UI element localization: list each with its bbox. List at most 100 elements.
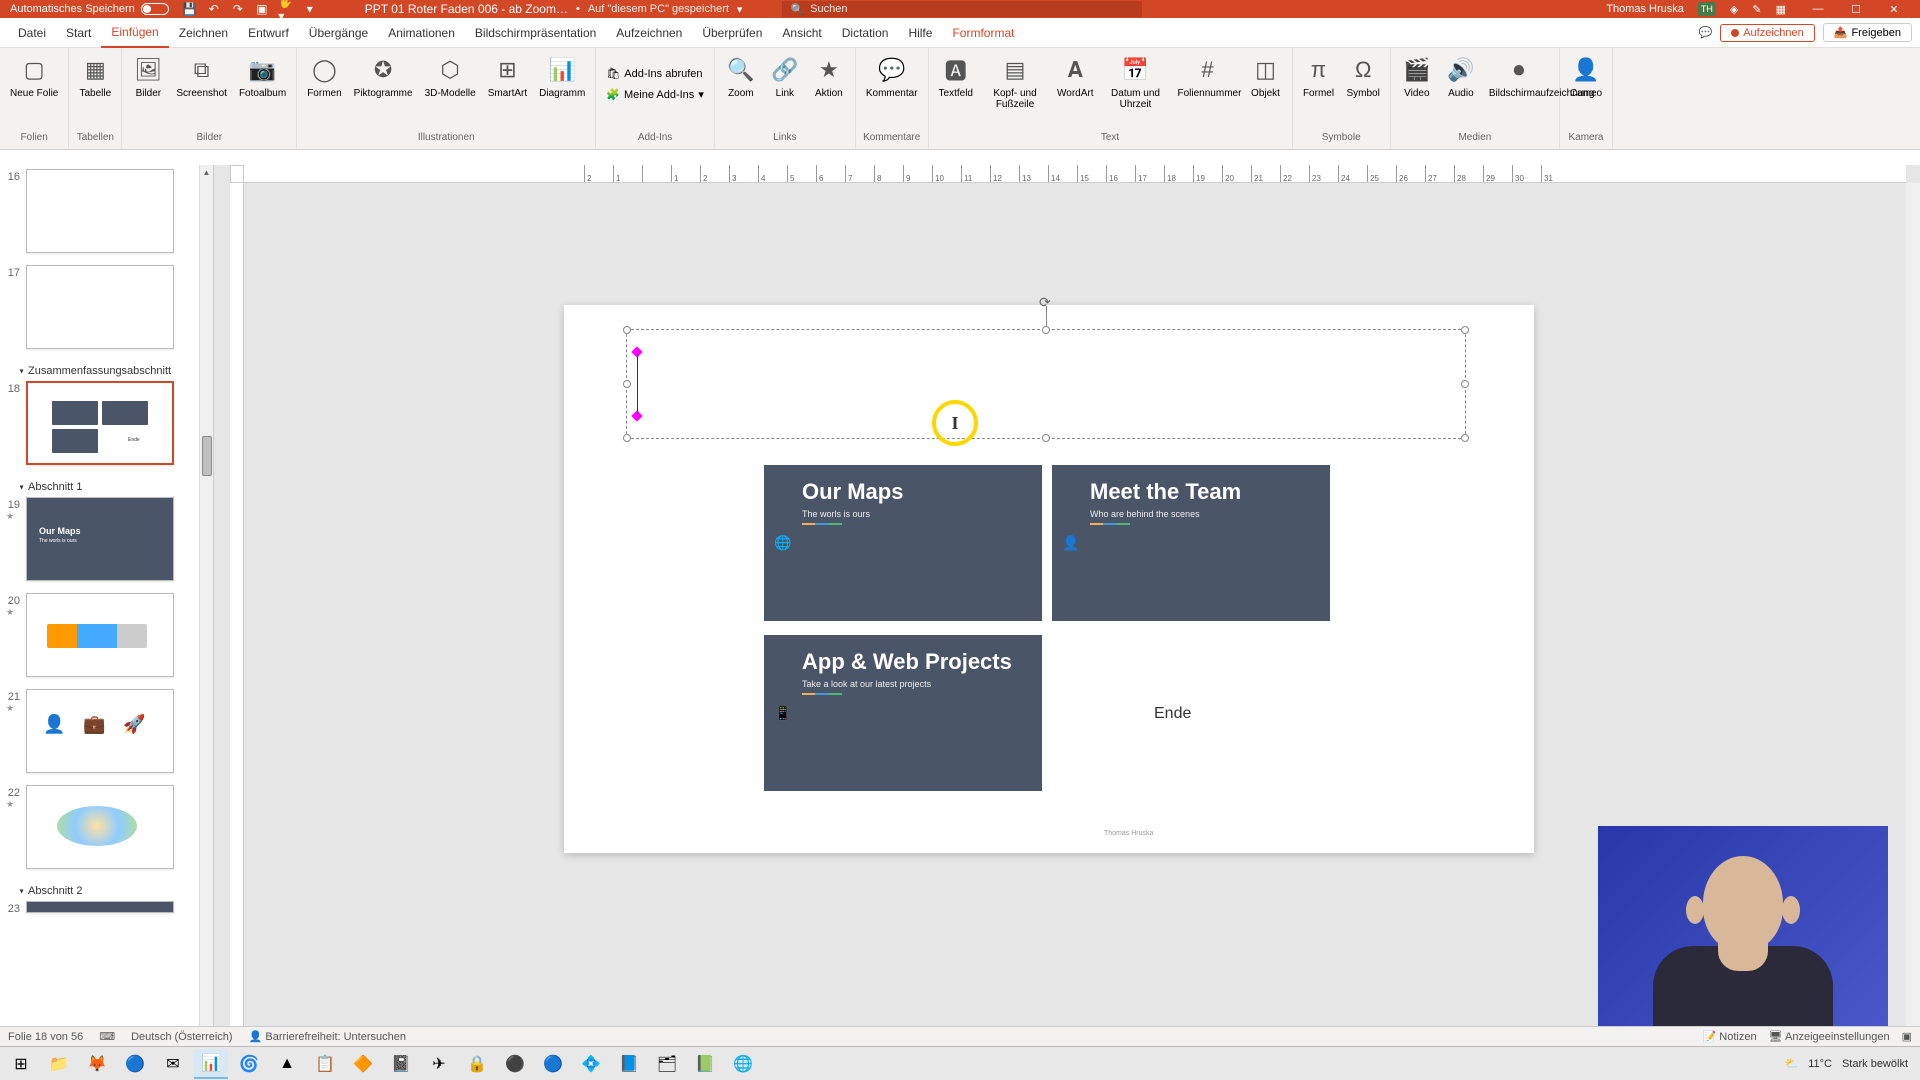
save-icon[interactable]: 💾 (183, 2, 197, 16)
qat-more-icon[interactable]: ▾ (303, 2, 317, 16)
resize-handle-s[interactable] (1042, 434, 1050, 442)
screenrec-button[interactable]: ⏺Bildschirmaufzeichnung (1485, 52, 1553, 101)
resize-handle-se[interactable] (1461, 434, 1469, 442)
window-layout-icon[interactable]: ▦ (1776, 3, 1786, 16)
shapes-button[interactable]: ◯Formen (303, 52, 345, 101)
card-our-maps[interactable]: 🌐 Our MapsThe worls is ours (764, 465, 1042, 621)
photoalbum-button[interactable]: 📷Fotoalbum (235, 52, 290, 101)
touch-mode-icon[interactable]: ✋▾ (279, 2, 293, 16)
resize-handle-e[interactable] (1461, 380, 1469, 388)
slide-canvas[interactable]: 🌐 Our MapsThe worls is ours 👤 Meet the T… (564, 305, 1534, 853)
resize-handle-nw[interactable] (623, 326, 631, 334)
task-app2[interactable]: 📋 (308, 1049, 342, 1079)
canvas-scrollbar[interactable] (1906, 183, 1920, 1048)
task-app5[interactable]: 🔵 (536, 1049, 570, 1079)
link-button[interactable]: 🔗Link (765, 52, 805, 101)
task-obs[interactable]: ⚫ (498, 1049, 532, 1079)
present-icon[interactable]: ▣ (255, 2, 269, 16)
new-slide-button[interactable]: ▢Neue Folie (6, 52, 62, 101)
tab-aufzeichnen[interactable]: Aufzeichnen (606, 18, 692, 48)
icons-button[interactable]: ✪Piktogramme (350, 52, 417, 101)
start-button[interactable]: ⊞ (4, 1049, 38, 1079)
tab-dictation[interactable]: Dictation (832, 18, 899, 48)
task-app7[interactable]: 🗂 (650, 1049, 684, 1079)
accessibility-label[interactable]: 👤 Barrierefreiheit: Untersuchen (249, 1030, 406, 1043)
zoom-button[interactable]: 🔍Zoom (721, 52, 761, 101)
task-app6[interactable]: 💠 (574, 1049, 608, 1079)
card-app-web[interactable]: 📱 App & Web ProjectsTake a look at our l… (764, 635, 1042, 791)
task-app4[interactable]: 🔒 (460, 1049, 494, 1079)
tab-hilfe[interactable]: Hilfe (898, 18, 942, 48)
review-icon[interactable]: ✎ (1752, 3, 1761, 16)
equation-button[interactable]: πFormel (1299, 52, 1339, 101)
undo-icon[interactable]: ↶ (207, 2, 221, 16)
tab-uebergaenge[interactable]: Übergänge (299, 18, 378, 48)
header-footer-button[interactable]: ▤Kopf- und Fußzeile (981, 52, 1049, 112)
close-button[interactable]: ✕ (1876, 0, 1912, 18)
resize-handle-w[interactable] (623, 380, 631, 388)
tab-start[interactable]: Start (56, 18, 101, 48)
task-onenote[interactable]: 📓 (384, 1049, 418, 1079)
tab-einfuegen[interactable]: Einfügen (101, 18, 168, 48)
thumb-scrollbar[interactable]: ▲▼ (199, 165, 213, 1048)
tab-zeichnen[interactable]: Zeichnen (169, 18, 238, 48)
datetime-button[interactable]: 📅Datum und Uhrzeit (1102, 52, 1170, 112)
search-input[interactable] (810, 3, 1134, 15)
cameo-button[interactable]: 👤Cameo (1566, 52, 1606, 101)
task-app3[interactable]: 🔶 (346, 1049, 380, 1079)
symbol-button[interactable]: ΩSymbol (1343, 52, 1384, 101)
resize-handle-sw[interactable] (623, 434, 631, 442)
notes-button[interactable]: 📝 Notizen (1703, 1030, 1757, 1043)
weather-icon[interactable]: ⛅ (1785, 1057, 1799, 1070)
chevron-down-icon[interactable]: ▾ (737, 3, 743, 16)
tab-ueberpruefen[interactable]: Überprüfen (692, 18, 772, 48)
user-avatar[interactable]: TH (1698, 2, 1716, 16)
task-edge[interactable]: 🌐 (726, 1049, 760, 1079)
task-telegram[interactable]: ✈ (422, 1049, 456, 1079)
tab-praesentation[interactable]: Bildschirmpräsentation (465, 18, 606, 48)
resize-handle-ne[interactable] (1461, 326, 1469, 334)
get-addins-button[interactable]: 🛍Add-Ins abrufen (602, 65, 708, 82)
comments-icon[interactable]: 💬 (1699, 26, 1713, 39)
tab-datei[interactable]: Datei (8, 18, 56, 48)
spellcheck-icon[interactable]: ⌨ (99, 1030, 115, 1043)
task-chrome[interactable]: 🔵 (118, 1049, 152, 1079)
autosave-toggle[interactable]: Automatisches Speichern (4, 3, 175, 15)
task-firefox[interactable]: 🦊 (80, 1049, 114, 1079)
redo-icon[interactable]: ↷ (231, 2, 245, 16)
smartart-button[interactable]: ⊞SmartArt (484, 52, 531, 101)
record-button[interactable]: Aufzeichnen (1720, 24, 1815, 42)
display-settings-button[interactable]: 🖥 Anzeigeeinstellungen (1769, 1030, 1890, 1043)
minimize-button[interactable]: — (1800, 0, 1836, 18)
comment-button[interactable]: 💬Kommentar (862, 52, 922, 101)
table-button[interactable]: ▦Tabelle (75, 52, 115, 101)
task-vlc[interactable]: ▲ (270, 1049, 304, 1079)
section-1[interactable]: Abschnitt 1 (6, 477, 193, 497)
textbox-button[interactable]: 🅰Textfeld (935, 52, 977, 101)
task-outlook[interactable]: ✉ (156, 1049, 190, 1079)
my-addins-button[interactable]: 🧩Meine Add-Ins▾ (602, 86, 708, 103)
maximize-button[interactable]: ☐ (1838, 0, 1874, 18)
sync-icon[interactable]: ◈ (1730, 3, 1738, 16)
tab-entwurf[interactable]: Entwurf (238, 18, 299, 48)
tab-animationen[interactable]: Animationen (378, 18, 465, 48)
thumbnail-17[interactable]: 17 (6, 265, 193, 349)
username-label[interactable]: Thomas Hruska (1606, 3, 1684, 15)
task-explorer[interactable]: 📁 (42, 1049, 76, 1079)
task-word[interactable]: 📘 (612, 1049, 646, 1079)
thumbnail-20[interactable]: 20★ (6, 593, 193, 677)
section-summary[interactable]: Zusammenfassungsabschnitt (6, 361, 193, 381)
3d-models-button[interactable]: ⬡3D-Modelle (421, 52, 480, 101)
thumbnail-18[interactable]: 18 Ende (6, 381, 193, 465)
view-normal-icon[interactable]: ▣ (1902, 1030, 1912, 1043)
section-2[interactable]: Abschnitt 2 (6, 881, 193, 901)
video-button[interactable]: 🎬Video (1397, 52, 1437, 101)
chart-button[interactable]: 📊Diagramm (535, 52, 589, 101)
object-button[interactable]: ◫Objekt (1246, 52, 1286, 101)
wordart-button[interactable]: 𝐀WordArt (1053, 52, 1098, 101)
slide-counter[interactable]: Folie 18 von 56 (8, 1031, 83, 1043)
task-powerpoint[interactable]: 📊 (194, 1049, 228, 1079)
resize-handle-n[interactable] (1042, 326, 1050, 334)
thumbnail-22[interactable]: 22★ (6, 785, 193, 869)
tab-ansicht[interactable]: Ansicht (772, 18, 831, 48)
